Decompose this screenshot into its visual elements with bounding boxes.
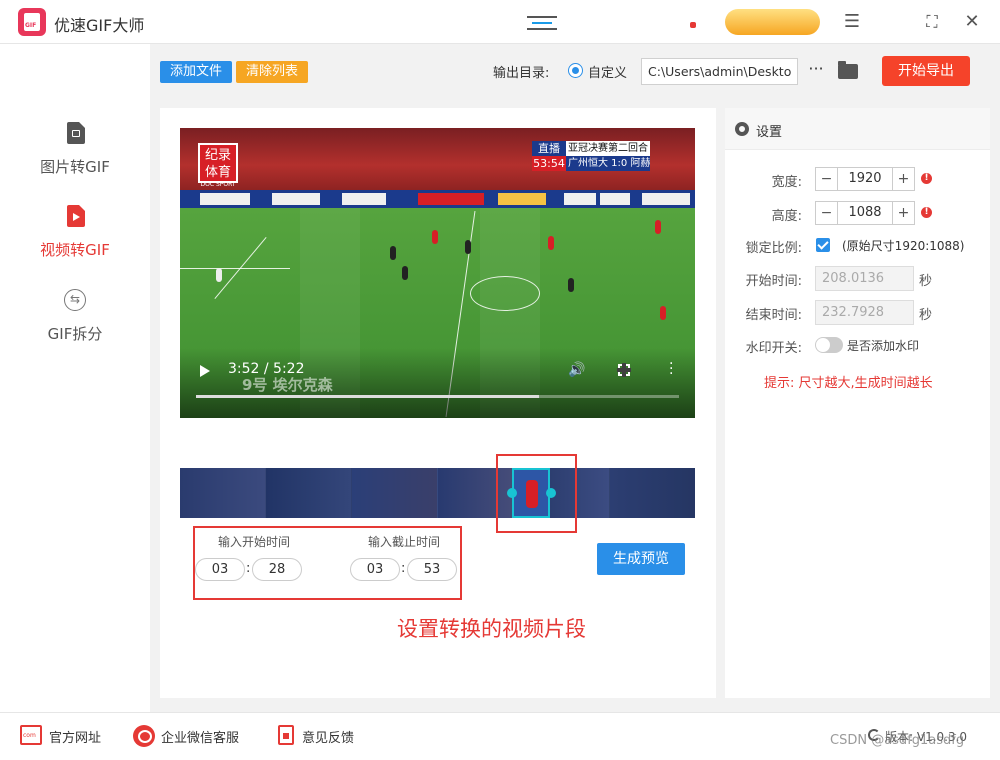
- main-panel: 纪录 体育 DOC SPORT 直播 亚冠决赛第二回合 53:54 广州恒大 1:…: [160, 108, 716, 698]
- width-stepper[interactable]: − 1920 +: [815, 167, 915, 191]
- csdn-watermark: CSDN @asdfg1asdfg: [830, 733, 965, 748]
- sidebar-item-image-to-gif[interactable]: 图片转GIF: [0, 118, 150, 188]
- output-path-input[interactable]: [641, 58, 798, 85]
- channel-logo: 纪录 体育 DOC SPORT: [198, 143, 238, 188]
- website-link[interactable]: 官方网址: [49, 727, 101, 746]
- match-score: 广州恒大 1:0 阿赫利: [566, 156, 650, 171]
- watermark-toggle-text: 是否添加水印: [847, 339, 920, 353]
- width-label: 宽度:: [771, 175, 802, 190]
- end-second-input[interactable]: 53: [407, 558, 457, 581]
- output-dir-label: 输出目录:: [493, 66, 550, 81]
- height-stepper[interactable]: − 1088 +: [815, 201, 915, 225]
- video-progress-fill: [196, 395, 539, 398]
- match-clock: 53:54: [532, 156, 566, 171]
- video-file-icon: [64, 205, 86, 229]
- height-decrement-button[interactable]: −: [816, 202, 838, 224]
- timeline-filmstrip[interactable]: [180, 468, 695, 518]
- start-time-label: 输入开始时间: [218, 535, 291, 549]
- end-time-setting-label: 结束时间:: [745, 308, 802, 323]
- start-second-input[interactable]: 28: [252, 558, 302, 581]
- watermark-switch-label: 水印开关:: [745, 341, 802, 356]
- more-options-icon[interactable]: · · ·: [669, 357, 673, 381]
- split-icon: ⇆: [64, 289, 86, 313]
- website-icon[interactable]: [20, 725, 42, 745]
- end-minute-input[interactable]: 03: [350, 558, 400, 581]
- sidebar-item-label: 图片转GIF: [40, 158, 110, 176]
- image-file-icon: [64, 122, 86, 146]
- seconds-unit: 秒: [919, 308, 933, 323]
- video-player[interactable]: 纪录 体育 DOC SPORT 直播 亚冠决赛第二回合 53:54 广州恒大 1:…: [180, 128, 695, 418]
- add-file-button[interactable]: 添加文件: [160, 61, 232, 83]
- seconds-unit: 秒: [919, 274, 933, 289]
- folder-icon[interactable]: [838, 61, 858, 79]
- maximize-icon[interactable]: ⛶: [920, 10, 944, 34]
- promo-button[interactable]: [725, 9, 820, 35]
- settings-title: 设置: [756, 125, 783, 140]
- match-title: 亚冠决赛第二回合: [566, 141, 650, 156]
- lock-ratio-checkbox[interactable]: [816, 238, 830, 252]
- warning-icon: !: [921, 173, 932, 184]
- generate-preview-button[interactable]: 生成预览: [597, 543, 685, 575]
- app-logo-icon: GIF: [18, 8, 46, 36]
- annotation-text: 设置转换的视频片段: [397, 617, 586, 641]
- start-minute-input[interactable]: 03: [195, 558, 245, 581]
- feedback-link[interactable]: 意见反馈: [302, 727, 354, 746]
- wechat-support-link[interactable]: 企业微信客服: [161, 727, 239, 746]
- width-decrement-button[interactable]: −: [816, 168, 838, 190]
- fullscreen-icon[interactable]: [617, 363, 631, 377]
- browse-more-button[interactable]: ···: [806, 56, 826, 82]
- height-value[interactable]: 1088: [838, 202, 892, 224]
- height-increment-button[interactable]: +: [892, 202, 914, 224]
- end-time-field: 232.7928: [815, 300, 914, 325]
- lock-ratio-label: 锁定比例:: [745, 241, 802, 256]
- video-caption: 9号 埃尔克森: [242, 376, 333, 394]
- sidebar: 图片转GIF 视频转GIF ⇆ GIF拆分: [0, 44, 150, 712]
- video-progress-bar[interactable]: [196, 395, 679, 398]
- settings-header: 设置: [725, 108, 990, 150]
- hint-text: 提示: 尺寸越大,生成时间越长: [764, 376, 933, 391]
- live-badge: 直播: [532, 141, 566, 156]
- gear-icon: [735, 122, 749, 136]
- notification-dot: [690, 22, 696, 28]
- watermark-toggle[interactable]: [815, 337, 843, 353]
- annotation-box-segment: [496, 454, 577, 533]
- sidebar-item-gif-split[interactable]: ⇆ GIF拆分: [0, 285, 150, 355]
- end-time-label: 输入截止时间: [368, 535, 441, 549]
- wechat-icon[interactable]: [133, 725, 155, 747]
- start-time-setting-label: 开始时间:: [745, 274, 802, 289]
- height-label: 高度:: [771, 209, 802, 224]
- volume-icon[interactable]: 🔊: [568, 362, 585, 378]
- width-value[interactable]: 1920: [838, 168, 892, 190]
- close-icon[interactable]: ✕: [960, 10, 984, 34]
- original-size-text: (原始尺寸1920:1088): [842, 239, 965, 253]
- sidebar-item-label: 视频转GIF: [40, 241, 110, 259]
- start-time-field: 208.0136: [815, 266, 914, 291]
- feedback-icon[interactable]: [278, 725, 294, 745]
- clear-list-button[interactable]: 清除列表: [236, 61, 308, 83]
- sidebar-item-video-to-gif[interactable]: 视频转GIF: [0, 201, 150, 271]
- play-icon[interactable]: [200, 365, 210, 377]
- width-increment-button[interactable]: +: [892, 168, 914, 190]
- custom-dir-radio-label: 自定义: [588, 66, 628, 81]
- settings-panel: 设置 宽度: − 1920 + ! 高度: − 1088 + ! 锁定比例: (…: [725, 108, 990, 698]
- start-export-button[interactable]: 开始导出: [882, 56, 970, 86]
- title-bar: GIF 优速GIF大师 ☰ ⛶ ✕: [0, 0, 1000, 44]
- menu-icon[interactable]: ☰: [840, 10, 864, 34]
- toolbar: 添加文件 清除列表 输出目录: 自定义 ··· 开始导出: [150, 44, 1000, 98]
- app-title: 优速GIF大师: [54, 16, 145, 35]
- warning-icon: !: [921, 207, 932, 218]
- sync-icon[interactable]: [527, 12, 557, 32]
- footer: 官方网址 企业微信客服 意见反馈 版本: V1.0.3.0 CSDN @asdf…: [0, 712, 1000, 760]
- custom-dir-radio[interactable]: [568, 63, 583, 78]
- sidebar-item-label: GIF拆分: [47, 325, 103, 343]
